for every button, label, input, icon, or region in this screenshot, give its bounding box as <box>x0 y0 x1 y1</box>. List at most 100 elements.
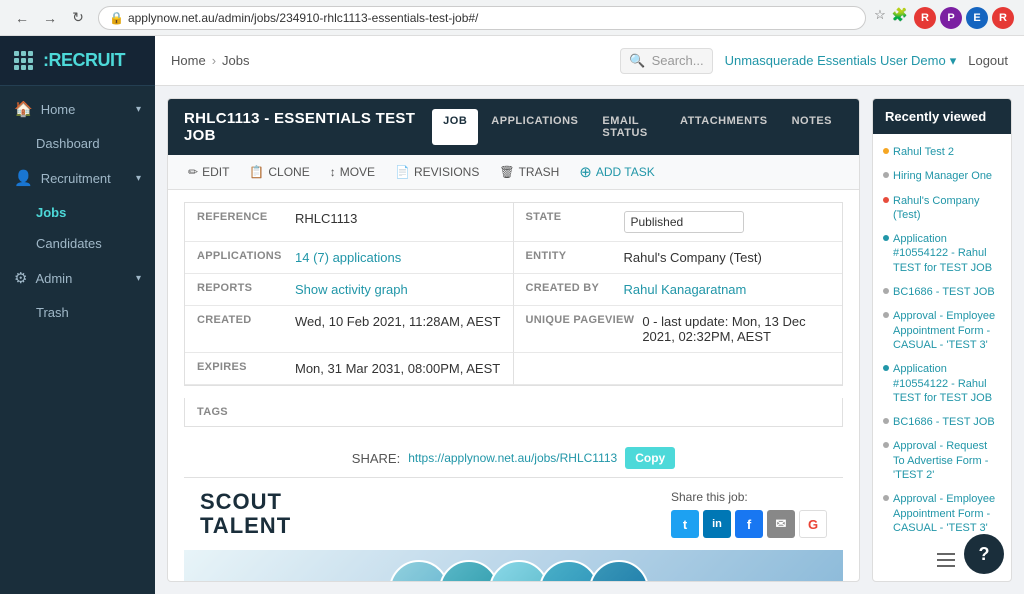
unique-pageview-cell: UNIQUE PAGEVIEW 0 - last update: Mon, 13… <box>514 306 843 353</box>
action-bar: ✏ EDIT 📋 CLONE ↕ MOVE 📄 REVISIONS <box>168 155 859 190</box>
share-url[interactable]: https://applynow.net.au/jobs/RHLC1113 <box>408 451 617 465</box>
created-by-link[interactable]: Rahul Kanagaratnam <box>624 282 747 297</box>
twitter-icon[interactable]: t <box>671 510 699 538</box>
reference-label: REFERENCE <box>197 211 287 223</box>
ext-icon-2[interactable]: P <box>940 7 962 29</box>
tab-applications[interactable]: APPLICATIONS <box>480 109 589 145</box>
rv-item-9[interactable]: Approval - Request To Advertise Form - '… <box>873 434 1011 487</box>
rv-item-1[interactable]: Rahul Test 2 <box>873 140 1011 164</box>
applications-value: 14 (7) applications <box>295 250 401 265</box>
rv-dot-9 <box>883 442 889 448</box>
browser-bar: ← → ↻ 🔒 applynow.net.au/admin/jobs/23491… <box>0 0 1024 36</box>
preview-circle-5 <box>589 560 649 581</box>
edit-button[interactable]: ✏ EDIT <box>184 163 233 181</box>
main-panel: RHLC1113 - ESSENTIALS TEST JOB JOB APPLI… <box>167 98 860 582</box>
rv-dot-4 <box>883 235 889 241</box>
logo-line2: TALENT <box>200 514 291 538</box>
rv-item-4[interactable]: Application #10554122 - Rahul TEST for T… <box>873 227 1011 280</box>
sidebar-item-candidates[interactable]: Candidates <box>0 228 155 259</box>
email-icon[interactable]: ✉ <box>767 510 795 538</box>
job-tabs: JOB APPLICATIONS EMAIL STATUS ATTACHMENT… <box>432 109 843 145</box>
trash-label: TRASH <box>519 165 560 179</box>
add-task-button[interactable]: ⊕ ADD TASK <box>575 161 658 183</box>
logo-line1: SCOUT <box>200 490 291 514</box>
rv-item-6[interactable]: Approval - Employee Appointment Form - C… <box>873 304 1011 357</box>
facebook-icon[interactable]: f <box>735 510 763 538</box>
reports-value: Show activity graph <box>295 282 408 297</box>
user-menu[interactable]: Unmasquerade Essentials User Demo ▾ <box>725 53 957 69</box>
forward-button[interactable]: → <box>38 6 62 30</box>
lock-icon: 🔒 <box>109 11 124 25</box>
entity-cell: ENTITY Rahul's Company (Test) <box>514 242 843 274</box>
rv-item-2[interactable]: Hiring Manager One <box>873 164 1011 188</box>
rv-item-5[interactable]: BC1686 - TEST JOB <box>873 280 1011 304</box>
extensions-icon[interactable]: 🧩 <box>892 7 908 29</box>
social-icons: t in f ✉ G <box>671 510 827 538</box>
edit-icon: ✏ <box>188 165 198 179</box>
clone-button[interactable]: 📋 CLONE <box>245 163 313 181</box>
sidebar-item-recruitment[interactable]: 👤 Recruitment ▾ <box>0 159 155 197</box>
recently-viewed-list: Rahul Test 2 Hiring Manager One Rahul's … <box>873 134 1011 546</box>
google-icon[interactable]: G <box>799 510 827 538</box>
rv-label-9: Approval - Request To Advertise Form - '… <box>893 440 988 481</box>
app-layout: :RECRUIT 🏠 Home ▾ Dashboard 👤 Recruitmen… <box>0 36 1024 594</box>
tab-attachments[interactable]: ATTACHMENTS <box>669 109 779 145</box>
sidebar-item-admin[interactable]: ⚙ Admin ▾ <box>0 259 155 297</box>
created-value: Wed, 10 Feb 2021, 11:28AM, AEST <box>295 314 500 329</box>
sidebar-label-jobs: Jobs <box>36 205 66 220</box>
bookmark-icon[interactable]: ☆ <box>874 7 886 29</box>
tab-job[interactable]: JOB <box>432 109 478 145</box>
tab-email-status[interactable]: EMAIL STATUS <box>591 109 667 145</box>
created-by-value: Rahul Kanagaratnam <box>624 282 747 297</box>
created-cell: CREATED Wed, 10 Feb 2021, 11:28AM, AEST <box>185 306 514 353</box>
state-select[interactable]: Published Draft Closed Pending <box>624 211 744 233</box>
breadcrumb-home[interactable]: Home <box>171 53 206 68</box>
ext-icon-1[interactable]: R <box>914 7 936 29</box>
nav-buttons: ← → ↻ <box>10 6 90 30</box>
reference-value: RHLC1113 <box>295 211 357 226</box>
applications-link[interactable]: 14 (7) applications <box>295 250 401 265</box>
rv-label-2: Hiring Manager One <box>893 170 992 182</box>
rv-label-4: Application #10554122 - Rahul TEST for T… <box>893 233 992 274</box>
breadcrumb-jobs: Jobs <box>222 53 249 68</box>
ext-icon-3[interactable]: E <box>966 7 988 29</box>
unique-pageview-value: 0 - last update: Mon, 13 Dec 2021, 02:32… <box>642 314 830 344</box>
move-button[interactable]: ↕ MOVE <box>326 163 379 181</box>
rv-item-3[interactable]: Rahul's Company (Test) <box>873 189 1011 228</box>
share-row: SHARE: https://applynow.net.au/jobs/RHLC… <box>184 439 843 477</box>
revisions-button[interactable]: 📄 REVISIONS <box>391 163 483 181</box>
rv-label-1: Rahul Test 2 <box>893 146 954 158</box>
rv-dot-8 <box>883 418 889 424</box>
url-bar[interactable]: 🔒 applynow.net.au/admin/jobs/234910-rhlc… <box>98 6 866 30</box>
recently-viewed-header: Recently viewed <box>873 99 1011 134</box>
ext-icon-4[interactable]: R <box>992 7 1014 29</box>
tags-row: TAGS <box>184 398 843 427</box>
reports-link[interactable]: Show activity graph <box>295 282 408 297</box>
rv-item-10[interactable]: Approval - Employee Appointment Form - C… <box>873 487 1011 540</box>
copy-button[interactable]: Copy <box>625 447 675 469</box>
refresh-button[interactable]: ↻ <box>66 6 90 30</box>
help-button[interactable]: ? <box>964 534 1004 574</box>
hamburger-button[interactable] <box>932 546 960 574</box>
trash-button[interactable]: 🗑 TRASH <box>495 163 563 181</box>
reference-cell: REFERENCE RHLC1113 <box>185 203 514 242</box>
sidebar-item-home[interactable]: 🏠 Home ▾ <box>0 90 155 128</box>
job-header: RHLC1113 - ESSENTIALS TEST JOB JOB APPLI… <box>168 99 859 155</box>
sidebar-item-jobs[interactable]: Jobs <box>0 197 155 228</box>
sidebar-label-dashboard: Dashboard <box>36 136 100 151</box>
sidebar-label-recruitment: Recruitment <box>41 171 111 186</box>
search-box[interactable]: 🔍 Search... <box>620 48 712 74</box>
linkedin-icon[interactable]: in <box>703 510 731 538</box>
rv-item-7[interactable]: Application #10554122 - Rahul TEST for T… <box>873 357 1011 410</box>
tab-notes[interactable]: NOTES <box>781 109 843 145</box>
sidebar-logo: :RECRUIT <box>0 36 155 86</box>
preview-circle-4 <box>539 560 599 581</box>
rv-item-8[interactable]: BC1686 - TEST JOB <box>873 410 1011 434</box>
created-by-label: CREATED BY <box>526 282 616 294</box>
tags-label: TAGS <box>197 406 287 418</box>
logout-button[interactable]: Logout <box>968 53 1008 68</box>
company-logo: SCOUT TALENT <box>200 490 291 538</box>
sidebar-item-dashboard[interactable]: Dashboard <box>0 128 155 159</box>
back-button[interactable]: ← <box>10 6 34 30</box>
sidebar-item-trash[interactable]: Trash <box>0 297 155 328</box>
